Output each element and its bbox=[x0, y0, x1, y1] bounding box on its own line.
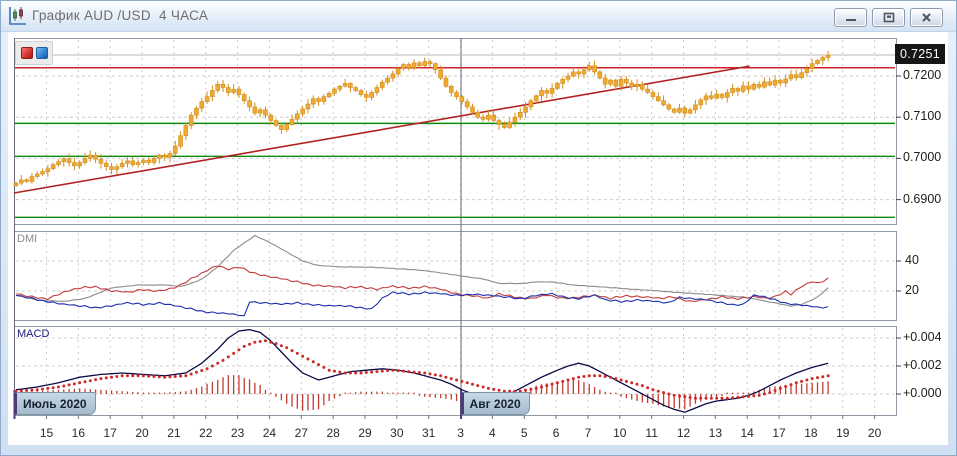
close-icon bbox=[921, 12, 932, 23]
chart-content-area bbox=[8, 31, 948, 445]
close-button[interactable] bbox=[910, 8, 943, 27]
red-square-button[interactable] bbox=[21, 47, 33, 59]
restore-icon bbox=[883, 12, 895, 23]
title-bar: График AUD /USD 4 ЧАСА bbox=[1, 1, 956, 32]
blue-square-button[interactable] bbox=[36, 47, 48, 59]
series-color-toolbar bbox=[15, 41, 53, 65]
minimize-icon bbox=[845, 13, 857, 23]
restore-button[interactable] bbox=[872, 8, 905, 27]
window-controls bbox=[834, 8, 943, 27]
candlestick-chart-icon bbox=[6, 5, 28, 27]
window-title: График AUD /USD 4 ЧАСА bbox=[32, 8, 208, 23]
minimize-button[interactable] bbox=[834, 8, 867, 27]
